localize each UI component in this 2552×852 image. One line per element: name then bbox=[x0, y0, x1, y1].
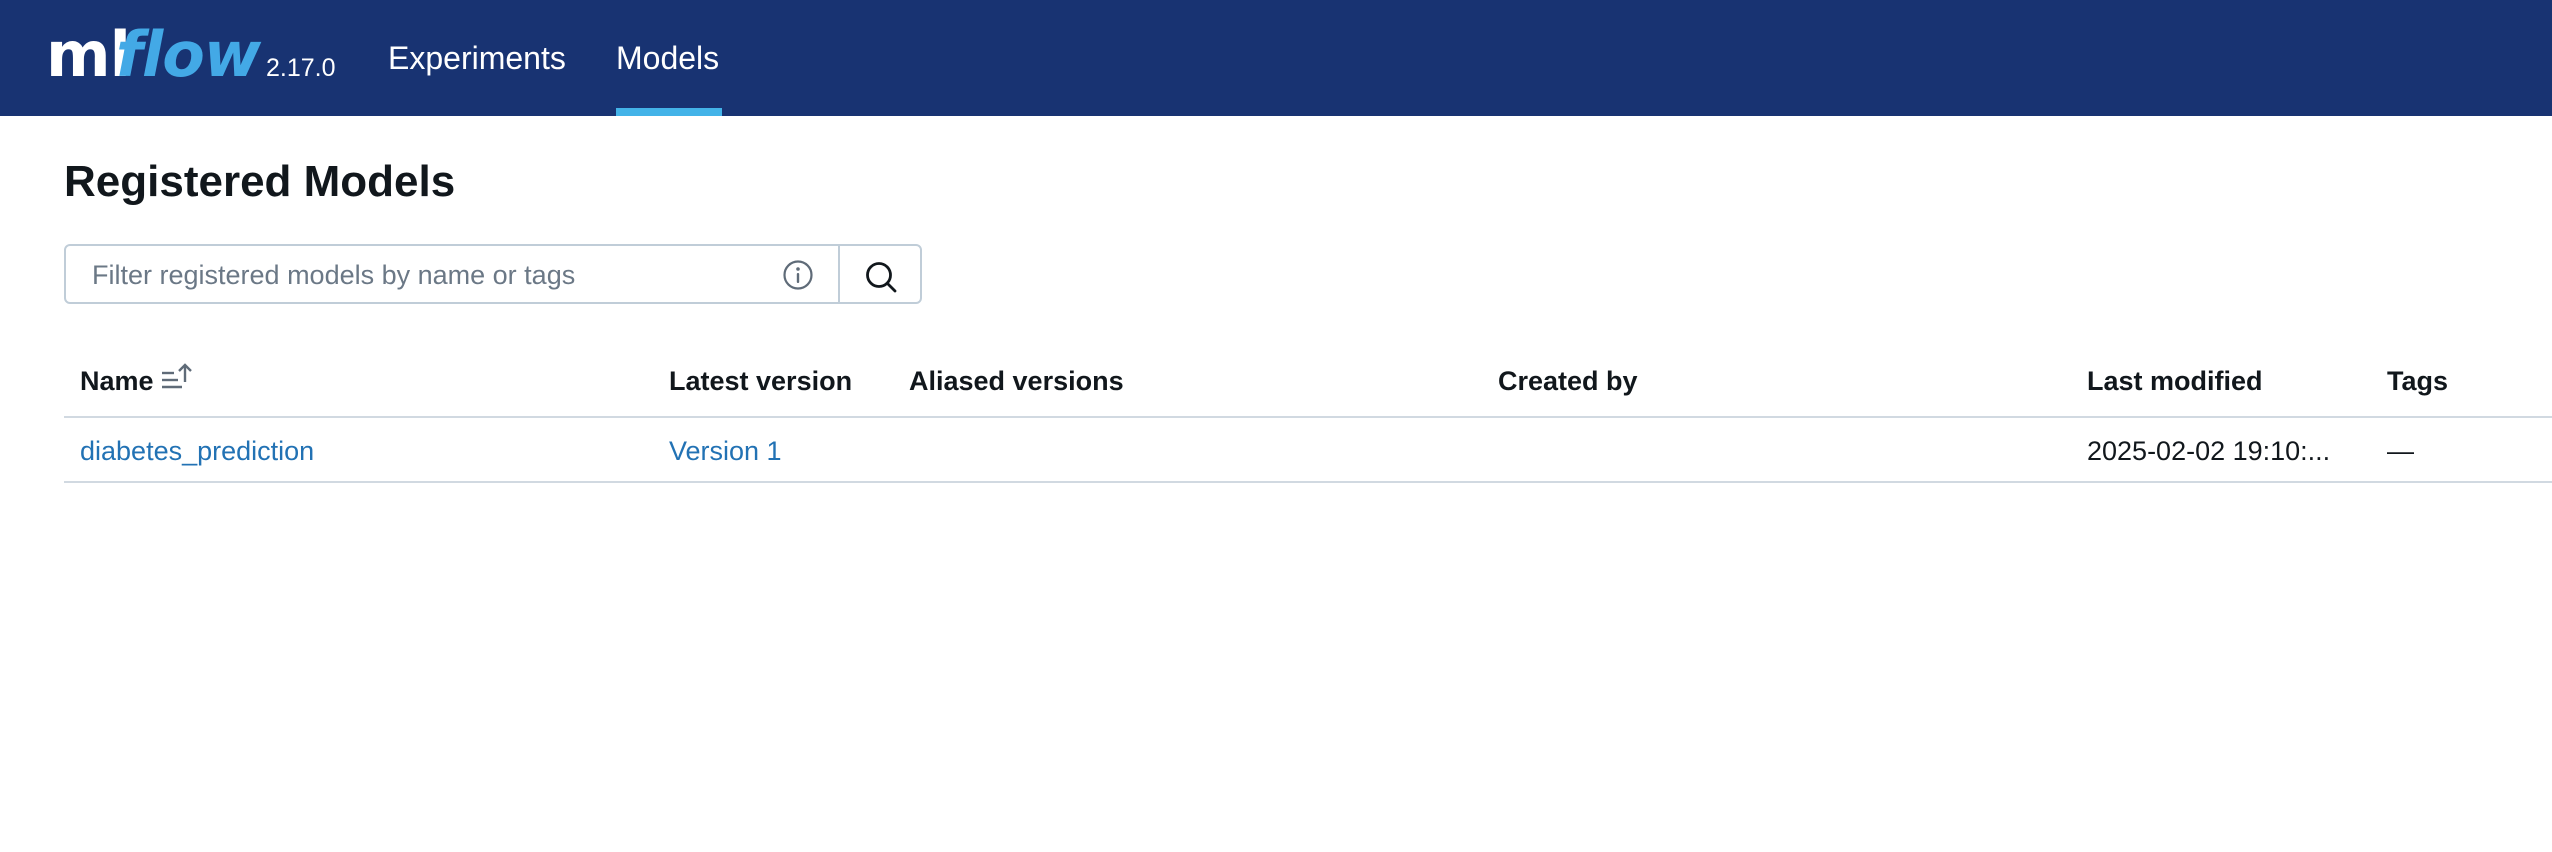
latest-version-link[interactable]: Version 1 bbox=[669, 434, 782, 468]
table-row-divider bbox=[64, 481, 2552, 483]
last-modified-cell: 2025-02-02 19:10:... bbox=[2087, 436, 2331, 466]
column-header-created-by: Created by bbox=[1498, 366, 1638, 396]
column-header-aliased-versions: Aliased versions bbox=[909, 366, 1124, 396]
column-header-name[interactable]: Name bbox=[80, 364, 154, 398]
version-label: 2.17.0 bbox=[266, 54, 336, 82]
column-header-last-modified: Last modified bbox=[2087, 366, 2263, 396]
nav-models[interactable]: Models bbox=[616, 38, 719, 78]
search-icon bbox=[866, 262, 897, 293]
search-button[interactable] bbox=[838, 244, 922, 304]
search-container bbox=[64, 244, 840, 304]
info-icon[interactable] bbox=[782, 259, 814, 291]
search-input[interactable] bbox=[90, 246, 774, 304]
model-name-link[interactable]: diabetes_prediction bbox=[80, 434, 314, 468]
top-navbar: ml flow 2.17.0 Experiments Models bbox=[0, 0, 2552, 116]
table-header-divider bbox=[64, 416, 2552, 418]
active-nav-indicator bbox=[616, 108, 722, 116]
logo-flow-text: flow bbox=[116, 18, 261, 91]
nav-experiments[interactable]: Experiments bbox=[388, 38, 566, 78]
sort-ascending-icon[interactable] bbox=[160, 362, 194, 397]
tags-cell: — bbox=[2387, 436, 2414, 466]
column-header-tags: Tags bbox=[2387, 366, 2449, 396]
column-header-latest-version: Latest version bbox=[669, 366, 853, 396]
page-title: Registered Models bbox=[64, 157, 456, 206]
